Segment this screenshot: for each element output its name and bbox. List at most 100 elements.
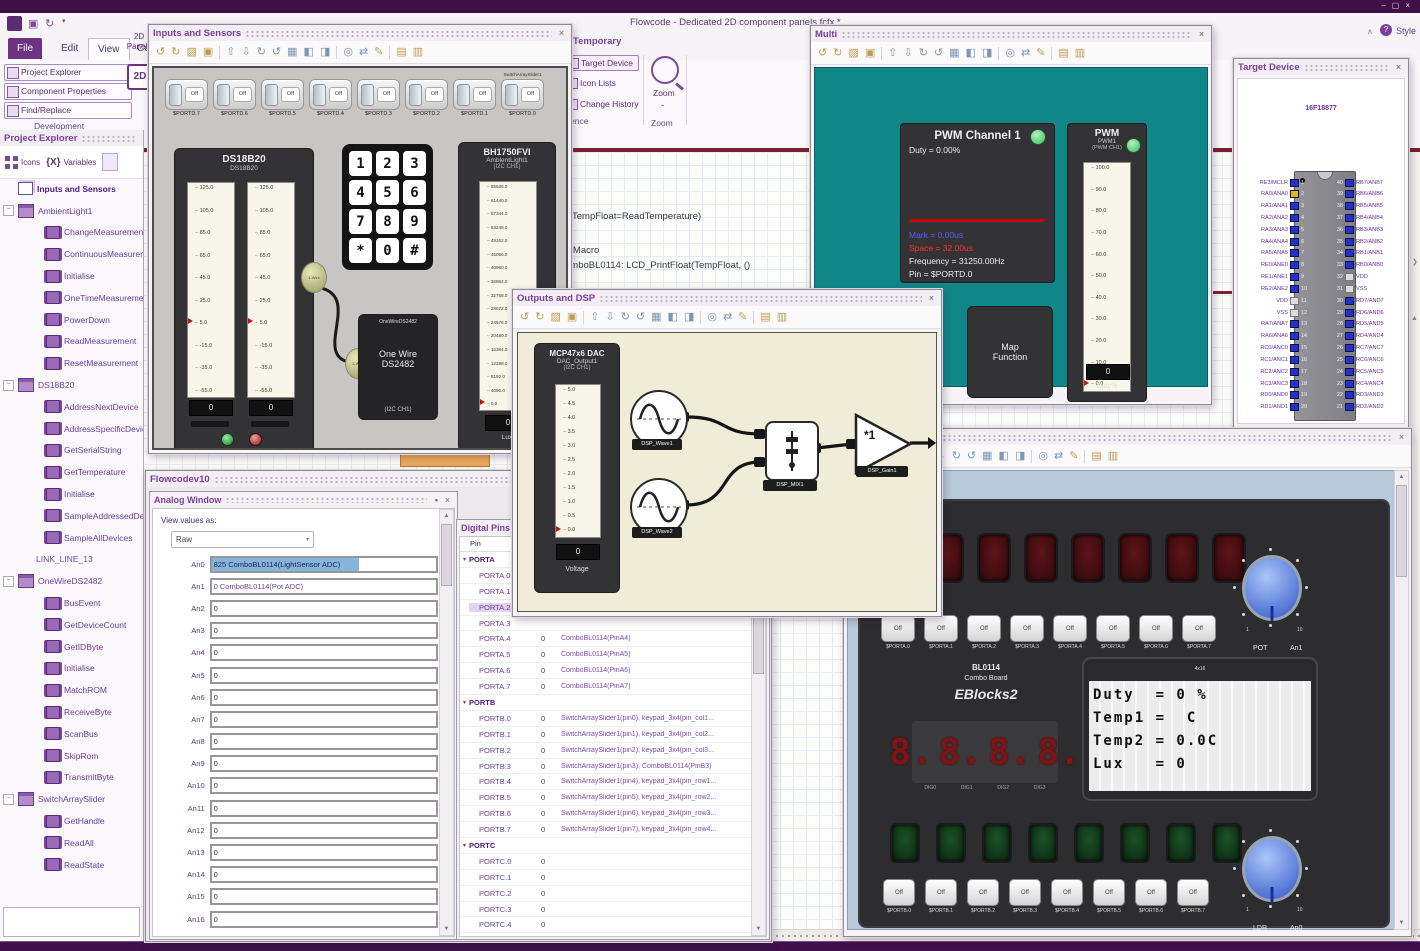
pin-row[interactable]: RA0/ANA0 2: [1238, 189, 1322, 200]
port-switch[interactable]: Off $PORTD.3: [357, 72, 400, 117]
flowchart-loop-block[interactable]: [400, 452, 490, 467]
dsp-canvas[interactable]: MCP47x6 DAC DAC_Output1 (I2C CH1) 5.04.5…: [517, 332, 937, 612]
tree-item[interactable]: BusEvent: [0, 592, 143, 614]
board-switch[interactable]: Off $PORTB.2: [967, 879, 999, 914]
pin-row[interactable]: RA1/ANA1 3: [1238, 201, 1322, 212]
toolbar-icon[interactable]: [583, 310, 585, 324]
tree-item[interactable]: Inputs and Sensors: [0, 178, 143, 200]
board-switch[interactable]: Off $PORTB.6: [1135, 879, 1167, 914]
variables-button[interactable]: {X} Variables: [46, 157, 96, 168]
expander-icon[interactable]: [30, 228, 39, 237]
toolbar-icon[interactable]: ▤: [760, 311, 770, 323]
component-properties-button[interactable]: Component Properties: [4, 83, 132, 100]
toolbar-icon[interactable]: ▨: [186, 46, 196, 58]
toolbar-icon[interactable]: ▨: [848, 47, 858, 59]
analog-value-field[interactable]: 0: [209, 599, 438, 617]
rocker[interactable]: [361, 83, 374, 106]
refresh-icon[interactable]: ↻: [45, 17, 54, 30]
project-explorer-button[interactable]: Project Explorer: [4, 64, 132, 81]
chevron-right-icon[interactable]: ❯: [1412, 258, 1418, 266]
analog-row[interactable]: An5 0: [153, 664, 438, 686]
keypad-key[interactable]: 9: [403, 209, 426, 234]
expander-icon[interactable]: [30, 708, 39, 717]
toolbar-icon[interactable]: ◧: [999, 450, 1009, 462]
toolbar-icon[interactable]: ⇩: [241, 46, 250, 58]
analog-value-field[interactable]: 0: [209, 888, 438, 906]
pin-row[interactable]: RC2/ANC2 17: [1238, 366, 1322, 377]
expander-icon[interactable]: [3, 184, 12, 193]
toolbar-icon[interactable]: ↺: [818, 47, 827, 59]
analog-row[interactable]: An3 0: [153, 620, 438, 642]
keypad-key[interactable]: 8: [376, 209, 399, 234]
port-switch[interactable]: Off $PORTD.7: [165, 72, 208, 117]
toolbar-icon[interactable]: ↺: [636, 311, 645, 323]
expander-icon[interactable]: [30, 860, 39, 869]
toolbar-icon[interactable]: ⇧: [590, 311, 599, 323]
toolbar-icon[interactable]: ◎: [1005, 47, 1015, 59]
inputs-sensors-title[interactable]: Inputs and Sensors ×: [149, 25, 571, 41]
expander-icon[interactable]: −: [3, 793, 14, 805]
port-switch[interactable]: Off $PORTD.1: [453, 72, 496, 117]
close-icon[interactable]: ×: [1396, 432, 1407, 442]
toolbar-icon[interactable]: ⇄: [1054, 450, 1063, 462]
toolbar-icon[interactable]: ▦: [949, 47, 959, 59]
rocker[interactable]: [217, 83, 230, 106]
pin-row[interactable]: 36 RB3/ANB3: [1322, 224, 1406, 235]
analog-row[interactable]: An7 0: [153, 708, 438, 730]
port-switch[interactable]: Off $PORTD.6: [213, 72, 256, 117]
pin-row[interactable]: RC1/ANC1 16: [1238, 354, 1322, 365]
tree-item[interactable]: − OneWireDS2482: [0, 570, 143, 592]
pin-row[interactable]: 23 RC4/ANC4: [1322, 378, 1406, 389]
toolbar-icon[interactable]: ↺: [967, 450, 976, 462]
board-scrollbar[interactable]: ▲ ▼: [1394, 470, 1409, 930]
board-switch[interactable]: Off $PORTA.1: [924, 615, 958, 650]
digital-pin-row[interactable]: ▾ PORTC.0 0: [460, 854, 751, 870]
tree-item[interactable]: TransmitByte: [0, 767, 143, 789]
pin-row[interactable]: 31 VSS: [1322, 283, 1406, 294]
toolbar-icon[interactable]: ◧: [668, 311, 678, 323]
expander-icon[interactable]: [19, 555, 28, 564]
scroll-thumb[interactable]: [1396, 485, 1407, 577]
toolbar-icon[interactable]: ▥: [413, 46, 423, 58]
tab-style[interactable]: Style: [1396, 26, 1416, 36]
toolbar-icon[interactable]: ⇩: [605, 311, 614, 323]
analog-row[interactable]: An11 0: [153, 797, 438, 819]
toolbar-icon[interactable]: ◎: [343, 46, 353, 58]
board-switch[interactable]: Off $PORTB.0: [883, 879, 915, 914]
toolbar-icon[interactable]: ◨: [982, 47, 992, 59]
pwm-status-panel[interactable]: PWM Channel 1 Duty = 0.00% Mark = 0.00us…: [900, 123, 1055, 283]
tree-item[interactable]: Initialise: [0, 265, 143, 287]
analog-value-field[interactable]: 0: [209, 666, 438, 684]
keypad-key[interactable]: 2: [376, 151, 399, 176]
rocker[interactable]: [409, 83, 422, 106]
toolbar-icon[interactable]: ▥: [777, 311, 787, 323]
toolbar-icon[interactable]: [998, 46, 1000, 60]
toolbar-icon[interactable]: ▨: [550, 311, 560, 323]
expander-icon[interactable]: [30, 272, 39, 281]
digital-pin-row[interactable]: ▾ PORTC.5 0: [460, 933, 751, 936]
toolbar-icon[interactable]: ▣: [865, 47, 875, 59]
keypad-key[interactable]: 1: [349, 151, 372, 176]
expander-icon[interactable]: [30, 446, 39, 455]
expander-icon[interactable]: [30, 424, 39, 433]
board-switch[interactable]: Off $PORTB.3: [1009, 879, 1041, 914]
toolbar-icon[interactable]: ↻: [833, 47, 842, 59]
pin-row[interactable]: 26 RC7/ANC7: [1322, 343, 1406, 354]
pin-row[interactable]: RA3/ANA3 5: [1238, 224, 1322, 235]
board-switch[interactable]: Off $PORTB.4: [1051, 879, 1083, 914]
analog-row[interactable]: An0 825 ComboBL0114(LightSensor ADC): [153, 553, 438, 575]
pin-row[interactable]: 21 RD2/AND2: [1322, 402, 1406, 413]
toolbar-icon[interactable]: [336, 45, 338, 59]
scroll-thumb[interactable]: [441, 524, 452, 586]
expander-icon[interactable]: [30, 511, 39, 520]
board-switch[interactable]: Off $PORTA.6: [1139, 615, 1173, 650]
expander-icon[interactable]: [30, 751, 39, 760]
close-icon[interactable]: ×: [1393, 62, 1404, 72]
digital-pin-row[interactable]: ▾ PORTB.7 0 SwitchArraySlider1(pin7), ke…: [460, 822, 751, 839]
tree-item[interactable]: GetTemperature: [0, 461, 143, 483]
tree-item[interactable]: OneTimeMeasurement: [0, 287, 143, 309]
digital-pin-row[interactable]: ▾ PORTA.4 0 ComboBL0114(PinA4): [460, 631, 751, 648]
toolbar-icon[interactable]: ✎: [1036, 47, 1045, 59]
digital-pin-row[interactable]: ▾ PORTC: [460, 838, 751, 854]
analog-row[interactable]: An13 0: [153, 841, 438, 863]
